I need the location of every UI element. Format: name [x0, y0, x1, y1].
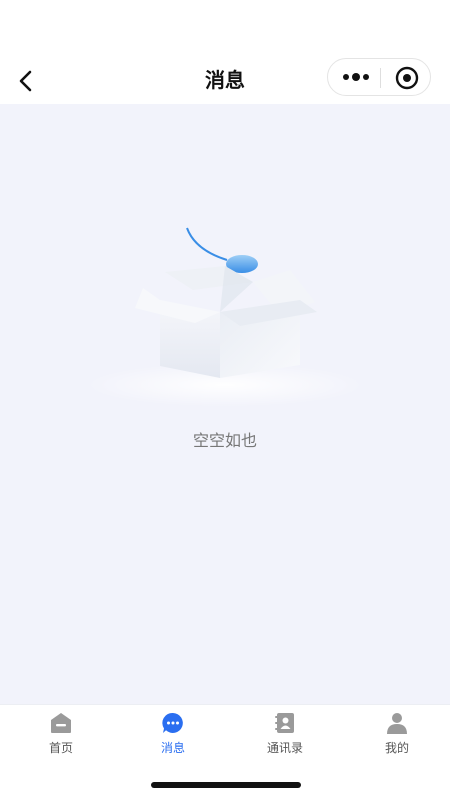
empty-state-text: 空空如也 — [192, 431, 257, 450]
home-indicator — [151, 782, 301, 788]
empty-box-illustration — [85, 227, 365, 407]
tab-home[interactable]: 首页 — [5, 705, 117, 765]
tab-messages[interactable]: 消息 — [117, 705, 229, 765]
tab-label-contacts: 通讯录 — [266, 741, 303, 755]
tab-profile[interactable]: 我的 — [341, 705, 450, 765]
home-icon — [51, 713, 71, 733]
tab-contacts[interactable]: 通讯录 — [229, 705, 341, 765]
navigation-bar: 消息 — [0, 0, 450, 104]
tab-label-profile: 我的 — [384, 741, 409, 755]
close-mini-program-button[interactable] — [394, 65, 420, 91]
more-dots-icon — [343, 73, 369, 81]
tab-label-messages: 消息 — [160, 741, 185, 755]
capsule-divider — [380, 68, 381, 88]
message-icon — [162, 712, 183, 733]
contacts-icon — [275, 713, 294, 733]
more-button[interactable] — [338, 65, 374, 89]
profile-icon — [387, 713, 407, 734]
target-circle-icon — [395, 66, 419, 90]
mini-program-capsule — [327, 58, 431, 96]
tab-label-home: 首页 — [48, 741, 73, 755]
